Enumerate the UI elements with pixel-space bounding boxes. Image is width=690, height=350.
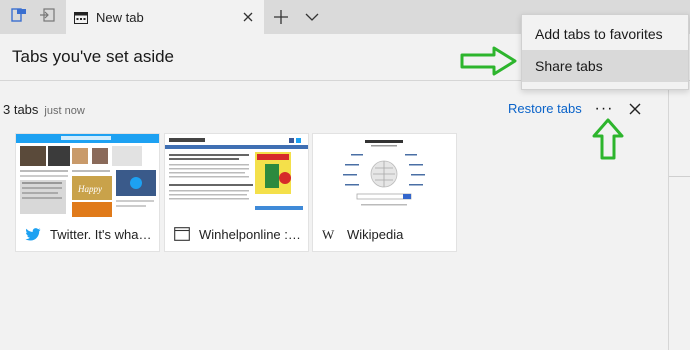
wikipedia-w-icon: W bbox=[321, 225, 339, 243]
menu-item-add-to-favorites[interactable]: Add tabs to favorites bbox=[522, 18, 688, 50]
tab-card-label: Winhelponline :: Windows tips bbox=[165, 222, 308, 246]
more-options-button[interactable]: ··· bbox=[592, 98, 616, 120]
set-aside-tab-card[interactable]: W Wikipedia bbox=[312, 133, 457, 252]
set-aside-tab-card[interactable]: Winhelponline :: Windows tips bbox=[164, 133, 309, 252]
remove-group-button[interactable] bbox=[626, 100, 644, 118]
set-aside-button[interactable] bbox=[34, 4, 60, 30]
twitter-bird-icon bbox=[24, 225, 42, 243]
menu-item-share-tabs[interactable]: Share tabs bbox=[522, 50, 688, 82]
set-aside-tab-card[interactable]: Happy Twitter. It's what's happening bbox=[15, 133, 160, 252]
close-tab-button[interactable] bbox=[238, 7, 258, 27]
more-options-menu: Add tabs to favorites Share tabs bbox=[521, 14, 689, 90]
close-icon bbox=[629, 103, 641, 115]
tab-thumbnail bbox=[313, 134, 456, 217]
page-edge bbox=[669, 81, 690, 350]
tab-title: New tab bbox=[96, 9, 144, 25]
new-tab-button[interactable] bbox=[271, 7, 291, 27]
new-tab-page-icon bbox=[74, 11, 88, 24]
panel-title: Tabs you've set aside bbox=[12, 47, 175, 66]
tabs-aside-icon bbox=[11, 7, 27, 27]
menu-item-label: Share tabs bbox=[535, 58, 603, 74]
tab-new-tab[interactable]: New tab bbox=[66, 0, 264, 34]
close-icon bbox=[243, 12, 253, 22]
svg-text:Happy: Happy bbox=[77, 184, 102, 194]
tab-count: 3 tabs bbox=[3, 102, 39, 117]
tab-thumbnail: Happy bbox=[16, 134, 159, 217]
annotation-arrow-up-icon bbox=[592, 118, 624, 160]
annotation-arrow-right-icon bbox=[460, 46, 517, 76]
tab-list-button[interactable] bbox=[302, 7, 322, 27]
tab-card-title: Twitter. It's what's happening bbox=[50, 226, 154, 242]
tab-group-header: 3 tabs just now bbox=[3, 102, 85, 117]
tab-card-title: Wikipedia bbox=[347, 226, 404, 242]
tab-card-label: W Wikipedia bbox=[313, 222, 456, 246]
tab-thumbnail bbox=[165, 134, 308, 217]
tab-card-label: Twitter. It's what's happening bbox=[16, 222, 159, 246]
tab-group-time: just now bbox=[44, 105, 85, 117]
restore-tabs-link[interactable]: Restore tabs bbox=[508, 101, 582, 116]
set-aside-icon bbox=[39, 7, 55, 27]
page-icon bbox=[173, 225, 191, 243]
menu-item-label: Add tabs to favorites bbox=[535, 26, 663, 42]
tab-card-title: Winhelponline :: Windows tips bbox=[199, 226, 303, 242]
tabs-aside-button[interactable] bbox=[6, 4, 32, 30]
plus-icon bbox=[274, 10, 288, 24]
chevron-down-icon bbox=[305, 13, 319, 21]
svg-text:W: W bbox=[322, 228, 335, 240]
